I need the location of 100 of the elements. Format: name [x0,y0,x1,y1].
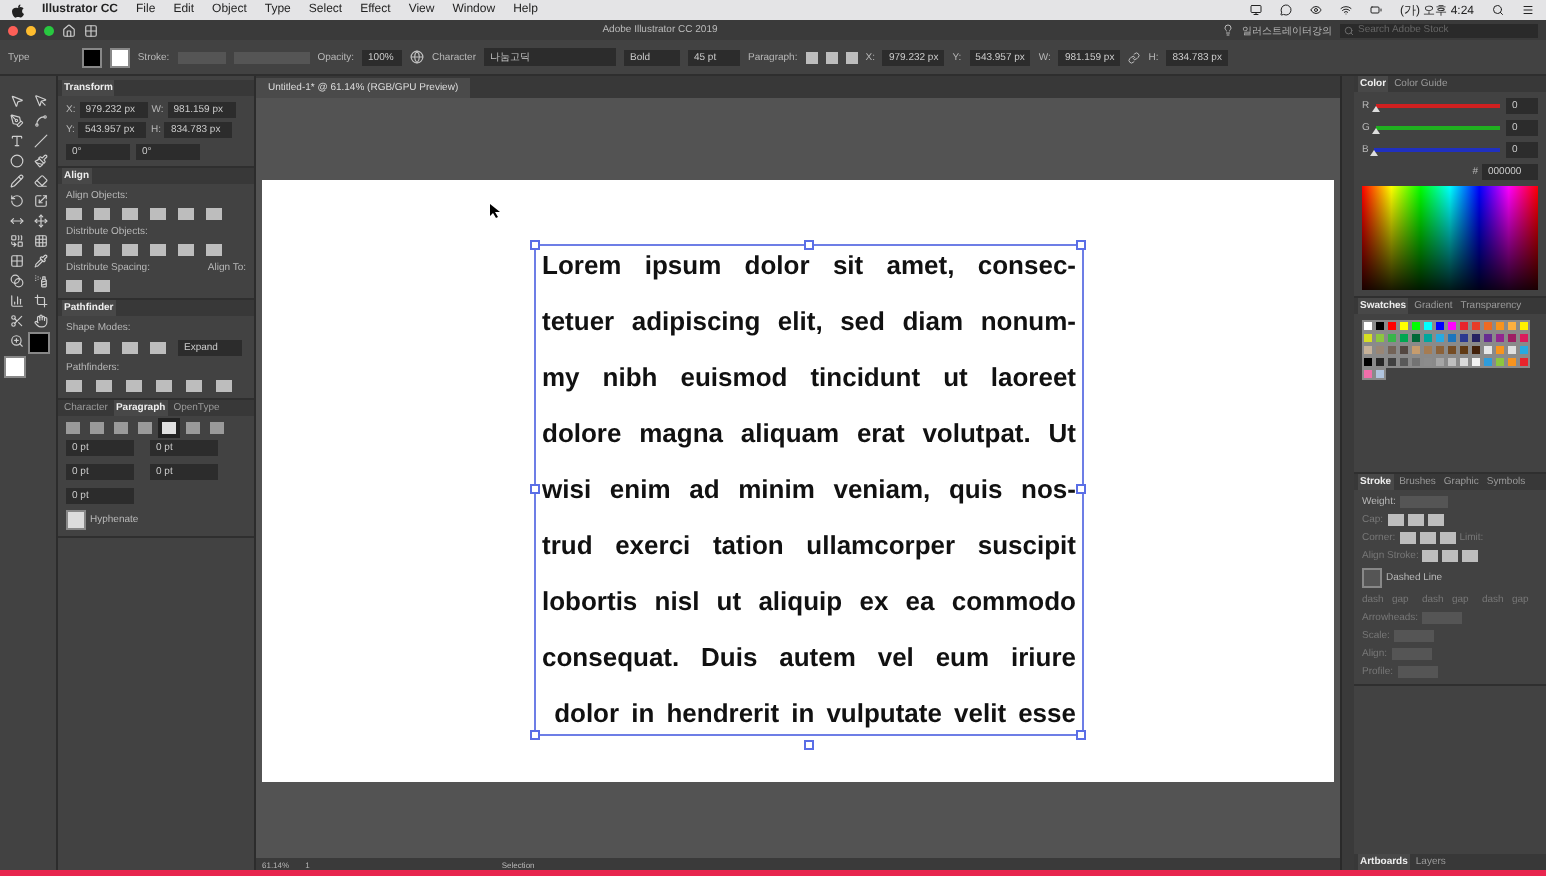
color-swatch[interactable] [1398,320,1410,332]
type-icon[interactable] [9,134,23,148]
zoom-button[interactable] [44,25,54,35]
minimize-button[interactable] [26,25,36,35]
display-icon[interactable] [1249,4,1262,16]
selection-handle[interactable] [1076,484,1086,494]
selection-handle[interactable] [530,730,540,740]
color-swatch[interactable] [1458,356,1470,368]
scissors-icon[interactable] [9,314,23,328]
color-swatch[interactable] [1362,368,1374,380]
selection-handle[interactable] [803,740,813,750]
hyphenate-checkbox[interactable] [66,510,86,530]
color-swatch[interactable] [1458,332,1470,344]
color-swatch[interactable] [1374,332,1386,344]
color-swatch[interactable] [1446,320,1458,332]
color-swatch[interactable] [1410,356,1422,368]
color-swatch[interactable] [1446,332,1458,344]
color-swatch[interactable] [1518,320,1530,332]
pencil-icon[interactable] [9,174,23,188]
color-swatch[interactable] [1386,344,1398,356]
color-swatch[interactable] [1494,320,1506,332]
color-swatch[interactable] [1374,320,1386,332]
slider-thumb[interactable] [1371,128,1380,134]
rotate-icon[interactable] [9,194,23,208]
color-swatch[interactable] [1386,320,1398,332]
color-swatch[interactable] [1506,344,1518,356]
color-swatch[interactable] [1386,356,1398,368]
color-swatch[interactable] [1470,344,1482,356]
color-swatch[interactable] [1410,320,1422,332]
color-swatch[interactable] [1494,344,1506,356]
arrow-pointer-icon[interactable] [9,94,23,108]
lightbulb-icon[interactable] [1222,24,1234,36]
fill-swatch[interactable] [81,47,102,67]
color-swatch[interactable] [1410,344,1422,356]
selection-handle[interactable] [1076,730,1086,740]
mesh-icon[interactable] [9,254,23,268]
shape-builder-icon[interactable] [9,234,23,248]
color-swatch[interactable] [1494,332,1506,344]
color-swatch[interactable] [1458,320,1470,332]
color-swatch[interactable] [1362,332,1374,344]
color-swatch[interactable] [1446,356,1458,368]
close-button[interactable] [8,25,18,35]
tool-button[interactable] [28,312,52,330]
color-swatch[interactable] [1374,368,1386,380]
color-swatch[interactable] [1482,332,1494,344]
scrollbar[interactable] [1340,76,1354,870]
blend-icon[interactable] [9,274,23,288]
slider-thumb[interactable] [1370,150,1379,156]
scale-icon[interactable] [33,194,47,208]
color-swatch[interactable] [1422,344,1434,356]
align-left-icon[interactable] [805,51,818,63]
eyedropper-icon[interactable] [33,254,47,268]
color-swatch[interactable] [1398,344,1410,356]
color-swatch[interactable] [1506,332,1518,344]
stroke-swatch[interactable] [4,356,26,378]
color-swatch[interactable] [1362,320,1374,332]
wifi-icon[interactable] [1339,4,1352,16]
globe-icon[interactable] [410,50,425,64]
color-swatch[interactable] [1434,356,1446,368]
apple-icon[interactable] [12,3,24,17]
slider-thumb[interactable] [1371,106,1380,112]
color-swatch[interactable] [1374,356,1386,368]
width-icon[interactable] [9,214,23,228]
color-swatch[interactable] [1470,320,1482,332]
color-spectrum[interactable] [1362,186,1538,290]
selection-handle[interactable] [530,240,540,250]
brush-icon[interactable] [33,154,47,168]
crop-icon[interactable] [33,294,47,308]
color-swatch[interactable] [1422,332,1434,344]
pen-icon[interactable] [9,114,23,128]
selection-handle[interactable] [530,484,540,494]
link-icon[interactable] [1128,51,1141,63]
color-swatch[interactable] [1446,344,1458,356]
dashed-line-checkbox[interactable] [1362,568,1382,588]
color-swatch[interactable] [1506,320,1518,332]
color-swatch[interactable] [1422,320,1434,332]
curve-icon[interactable] [33,114,47,128]
selection-handle[interactable] [1076,240,1086,250]
hand-icon[interactable] [33,314,47,328]
color-swatch[interactable] [1434,320,1446,332]
grid-icon[interactable] [33,234,47,248]
align-right-icon[interactable] [845,51,858,63]
color-swatch[interactable] [1398,356,1410,368]
home-icon[interactable] [62,23,76,37]
search-icon[interactable] [1492,4,1504,16]
fill-swatch[interactable] [28,332,50,354]
color-swatch[interactable] [1518,344,1530,356]
ellipse-icon[interactable] [9,154,23,168]
eraser-icon[interactable] [33,174,47,188]
color-swatch[interactable] [1482,344,1494,356]
color-swatch[interactable] [1434,332,1446,344]
chat-icon[interactable] [1279,4,1292,16]
color-swatch[interactable] [1494,356,1506,368]
zoom-icon[interactable] [9,334,23,348]
line-icon[interactable] [33,134,47,148]
color-swatch[interactable] [1386,332,1398,344]
color-swatch[interactable] [1458,344,1470,356]
eye-icon[interactable] [1309,4,1322,16]
color-swatch[interactable] [1518,332,1530,344]
color-swatch[interactable] [1482,356,1494,368]
